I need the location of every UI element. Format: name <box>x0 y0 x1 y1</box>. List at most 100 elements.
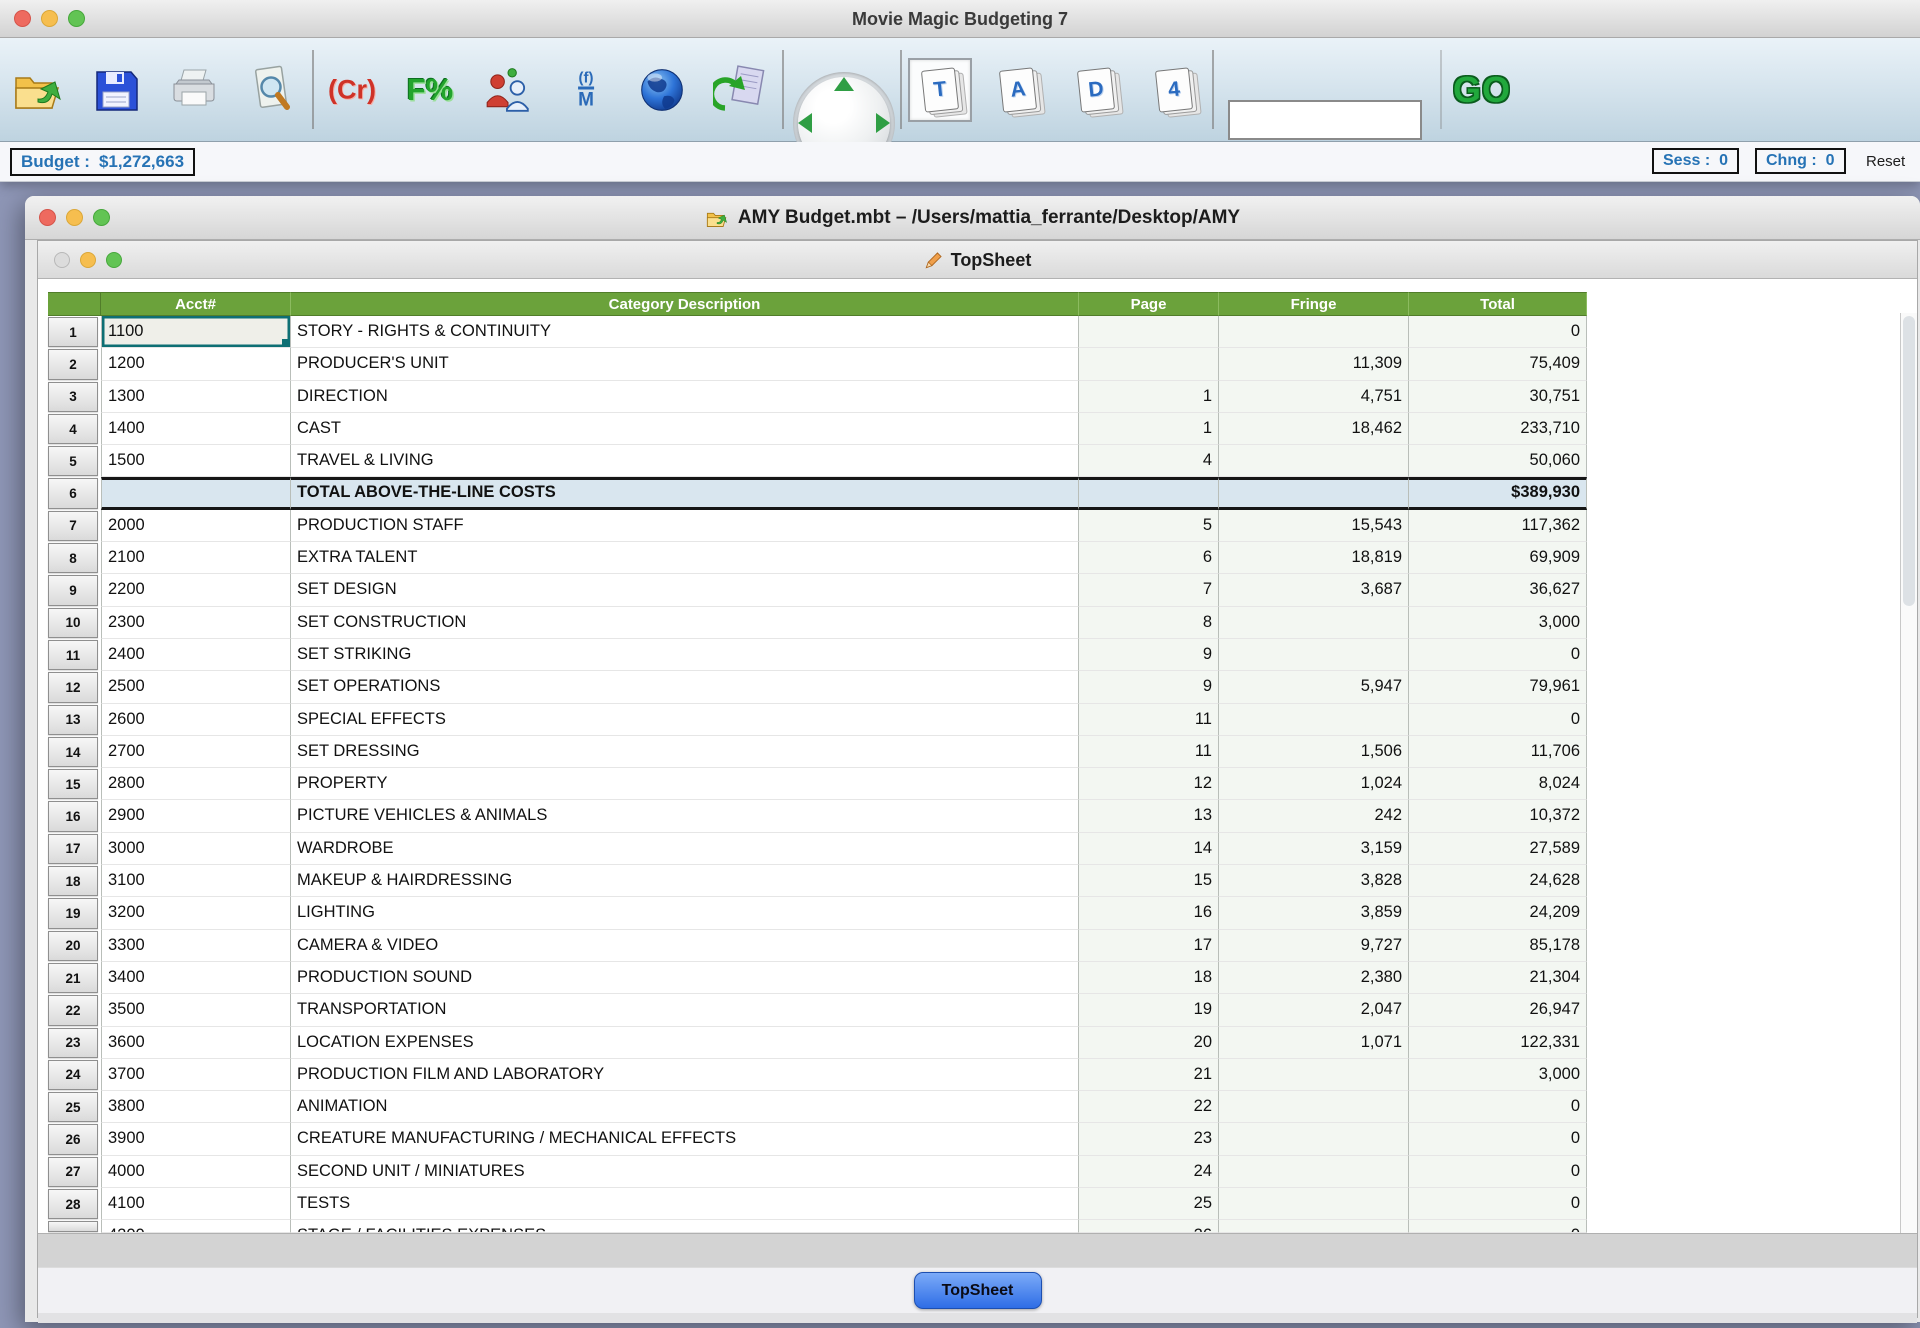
page-cell[interactable]: 4 <box>1079 445 1219 477</box>
page-cell[interactable]: 1 <box>1079 381 1219 413</box>
fringe-cell[interactable]: 2,047 <box>1219 994 1409 1026</box>
page-cell[interactable]: 6 <box>1079 542 1219 574</box>
description-cell[interactable]: TESTS <box>291 1188 1079 1220</box>
fringe-cell[interactable]: 1,506 <box>1219 736 1409 768</box>
page-cell[interactable]: 1 <box>1079 413 1219 445</box>
page-cell[interactable]: 15 <box>1079 865 1219 897</box>
fringe-cell[interactable] <box>1219 704 1409 736</box>
description-cell[interactable]: ANIMATION <box>291 1091 1079 1123</box>
fringe-cell[interactable]: 5,947 <box>1219 671 1409 703</box>
row-number-cell[interactable]: 7 <box>48 511 98 541</box>
nav-right-arrow-icon[interactable] <box>876 113 890 133</box>
acct-cell[interactable]: 2900 <box>101 800 291 832</box>
page-cell[interactable] <box>1079 348 1219 380</box>
fringe-cell[interactable]: 3,859 <box>1219 897 1409 929</box>
page-cell[interactable]: 11 <box>1079 704 1219 736</box>
fringe-cell[interactable]: 11,309 <box>1219 348 1409 380</box>
acct-cell[interactable]: 2000 <box>101 510 291 542</box>
acct-cell[interactable]: 1300 <box>101 381 291 413</box>
total-cell[interactable]: 3,000 <box>1409 607 1587 639</box>
total-cell[interactable]: $389,930 <box>1409 477 1587 509</box>
fringe-mode-button[interactable]: (f) M <box>578 71 594 110</box>
globals-button[interactable] <box>637 65 687 115</box>
row-number-cell[interactable]: 27 <box>48 1157 98 1187</box>
acct-cell[interactable]: 2300 <box>101 607 291 639</box>
page-cell[interactable]: 9 <box>1079 639 1219 671</box>
acct-cell[interactable]: 3800 <box>101 1091 291 1123</box>
description-cell[interactable]: SECOND UNIT / MINIATURES <box>291 1156 1079 1188</box>
fringe-cell[interactable] <box>1219 1091 1409 1123</box>
fringes-button[interactable]: F% <box>407 72 454 108</box>
view-button-topsheet[interactable]: T <box>908 58 972 122</box>
column-header-fringe[interactable]: Fringe <box>1219 292 1409 316</box>
fringe-cell[interactable]: 9,727 <box>1219 930 1409 962</box>
description-cell[interactable]: PICTURE VEHICLES & ANIMALS <box>291 800 1079 832</box>
total-cell[interactable]: 50,060 <box>1409 445 1587 477</box>
total-cell[interactable]: 30,751 <box>1409 381 1587 413</box>
vertical-scrollbar-thumb[interactable] <box>1903 316 1915 606</box>
row-number-cell[interactable]: 21 <box>48 963 98 993</box>
page-cell[interactable]: 11 <box>1079 736 1219 768</box>
fringe-cell[interactable] <box>1219 1059 1409 1091</box>
acct-cell[interactable]: 2100 <box>101 542 291 574</box>
groups-button[interactable] <box>483 65 533 115</box>
description-cell[interactable]: CAMERA & VIDEO <box>291 930 1079 962</box>
row-number-cell[interactable]: 28 <box>48 1189 98 1219</box>
description-cell[interactable]: STORY - RIGHTS & CONTINUITY <box>291 316 1079 348</box>
goto-account-input[interactable] <box>1228 100 1422 140</box>
total-cell[interactable]: 117,362 <box>1409 510 1587 542</box>
acct-cell[interactable]: 4100 <box>101 1188 291 1220</box>
page-cell[interactable]: 22 <box>1079 1091 1219 1123</box>
description-cell[interactable]: MAKEUP & HAIRDRESSING <box>291 865 1079 897</box>
print-button[interactable] <box>168 66 220 114</box>
description-cell[interactable]: SET STRIKING <box>291 639 1079 671</box>
fringe-cell[interactable]: 4,751 <box>1219 381 1409 413</box>
total-cell[interactable]: 24,209 <box>1409 897 1587 929</box>
fringe-cell[interactable]: 3,828 <box>1219 865 1409 897</box>
row-number-cell[interactable] <box>48 1221 98 1232</box>
row-number-cell[interactable]: 19 <box>48 898 98 928</box>
total-cell[interactable]: 36,627 <box>1409 574 1587 606</box>
fringe-cell[interactable]: 3,159 <box>1219 833 1409 865</box>
row-number-cell[interactable]: 26 <box>48 1124 98 1154</box>
description-cell[interactable]: TOTAL ABOVE-THE-LINE COSTS <box>291 477 1079 509</box>
page-cell[interactable]: 17 <box>1079 930 1219 962</box>
acct-cell[interactable]: 2500 <box>101 671 291 703</box>
total-cell[interactable]: 11,706 <box>1409 736 1587 768</box>
acct-cell[interactable]: 1400 <box>101 413 291 445</box>
total-cell[interactable]: 0 <box>1409 1220 1587 1233</box>
view-button-detail[interactable]: D <box>1064 58 1128 122</box>
fringe-cell[interactable]: 15,543 <box>1219 510 1409 542</box>
description-cell[interactable]: WARDROBE <box>291 833 1079 865</box>
nav-up-arrow-icon[interactable] <box>834 77 854 91</box>
description-cell[interactable]: SET OPERATIONS <box>291 671 1079 703</box>
row-number-cell[interactable]: 4 <box>48 414 98 444</box>
description-cell[interactable]: PRODUCTION STAFF <box>291 510 1079 542</box>
total-cell[interactable]: 27,589 <box>1409 833 1587 865</box>
fringe-cell[interactable]: 1,071 <box>1219 1027 1409 1059</box>
page-cell[interactable]: 21 <box>1079 1059 1219 1091</box>
description-cell[interactable]: TRAVEL & LIVING <box>291 445 1079 477</box>
fringe-cell[interactable] <box>1219 1188 1409 1220</box>
recalculate-button[interactable] <box>713 64 767 116</box>
description-cell[interactable]: SPECIAL EFFECTS <box>291 704 1079 736</box>
total-cell[interactable]: 0 <box>1409 1091 1587 1123</box>
row-number-cell[interactable]: 11 <box>48 640 98 670</box>
row-number-cell[interactable]: 13 <box>48 705 98 735</box>
row-number-cell[interactable]: 15 <box>48 769 98 799</box>
fringe-cell[interactable] <box>1219 639 1409 671</box>
acct-cell[interactable]: 3700 <box>101 1059 291 1091</box>
total-cell[interactable]: 79,961 <box>1409 671 1587 703</box>
acct-cell[interactable]: 3300 <box>101 930 291 962</box>
print-preview-button[interactable] <box>246 65 298 115</box>
description-cell[interactable]: LIGHTING <box>291 897 1079 929</box>
row-number-cell[interactable]: 22 <box>48 995 98 1025</box>
acct-cell[interactable] <box>101 477 291 509</box>
total-cell[interactable]: 122,331 <box>1409 1027 1587 1059</box>
acct-cell[interactable]: 2700 <box>101 736 291 768</box>
page-cell[interactable]: 24 <box>1079 1156 1219 1188</box>
fringe-cell[interactable] <box>1219 607 1409 639</box>
acct-cell[interactable]: 2200 <box>101 574 291 606</box>
topsheet-footer-button[interactable]: TopSheet <box>914 1272 1042 1309</box>
row-number-cell[interactable]: 20 <box>48 931 98 961</box>
